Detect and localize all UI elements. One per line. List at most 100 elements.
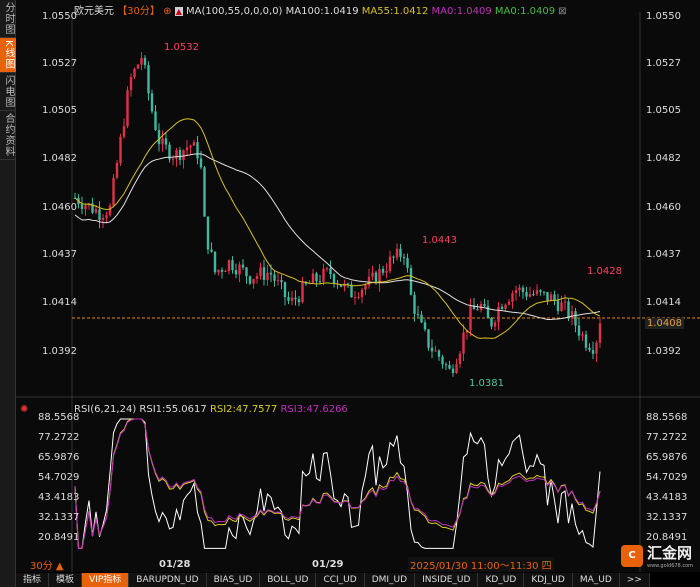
indicator-tabs: 指标 模板 VIP指标 BARUPDN_UD BIAS_UD BOLL_UD CCI_UD D… xyxy=(16,573,650,587)
candle-body xyxy=(406,258,409,269)
candle-body xyxy=(514,290,518,294)
candle-body xyxy=(455,363,458,373)
candle-body xyxy=(451,368,455,373)
ma100-value: MA100:1.0419 xyxy=(285,6,359,17)
candle-body xyxy=(462,332,465,354)
candle-body xyxy=(458,353,462,364)
candle-body xyxy=(238,264,241,275)
candle-body xyxy=(105,215,108,218)
tab-timeshare[interactable]: 分时图 xyxy=(0,0,16,38)
chart-area[interactable]: 1.0532 1.0443 1.0428 1.0381 欧元美元 【30分】 ⊕ ▲ … xyxy=(16,0,700,572)
candle-body xyxy=(518,287,521,291)
price-axis-label: 1.0414 xyxy=(42,297,77,308)
candle-body xyxy=(399,248,402,257)
ma-params: MA(100,55,0,0,0,0) xyxy=(186,6,283,17)
candle-body xyxy=(101,217,105,221)
candle-body xyxy=(497,306,500,323)
candle-body xyxy=(549,294,553,301)
ma55-line xyxy=(74,118,601,339)
rsi-axis-label: 20.8491 xyxy=(38,532,80,543)
ma100-line xyxy=(74,153,601,320)
indicator-tab[interactable]: BIAS_UD xyxy=(206,573,261,587)
settings-icon[interactable]: ⊕ xyxy=(163,6,171,17)
candle-body xyxy=(374,272,378,284)
candle-body xyxy=(367,276,371,286)
candle-body xyxy=(147,65,150,94)
tab-contract-info[interactable]: 合约资料 xyxy=(0,111,16,160)
candle-body xyxy=(182,150,185,161)
indicator-tab[interactable]: 模板 xyxy=(49,573,83,587)
candle-body xyxy=(255,275,259,280)
candle-body xyxy=(206,216,210,250)
candle-body xyxy=(535,290,539,295)
candle-body xyxy=(164,138,168,145)
price-axis-label: 1.0550 xyxy=(646,11,681,22)
candle-body xyxy=(325,268,329,270)
candle-body xyxy=(129,76,133,91)
candle-body xyxy=(392,256,395,258)
indicator-tab[interactable]: MA_UD xyxy=(572,573,620,587)
candlestick-chart[interactable]: 1.0532 1.0443 1.0428 1.0381 xyxy=(16,0,700,572)
candle-body xyxy=(311,273,315,283)
indicator-tab[interactable]: BOLL_UD xyxy=(260,573,317,587)
period-selector[interactable]: 30分 ▲ xyxy=(30,557,64,572)
candle-body xyxy=(241,264,245,268)
candle-body xyxy=(563,301,567,303)
candle-body xyxy=(567,301,570,318)
close-icon[interactable]: ⊠ xyxy=(558,6,566,17)
candle-body xyxy=(588,347,591,351)
candle-body xyxy=(224,270,227,272)
rsi2-line xyxy=(74,418,601,549)
candle-body xyxy=(185,147,189,151)
current-price-label: 1.0408 xyxy=(645,318,684,329)
indicator-tab[interactable]: >> xyxy=(619,573,650,587)
tab-flash[interactable]: 闪电图 xyxy=(0,73,16,111)
candle-body xyxy=(210,249,213,252)
candle-body xyxy=(388,256,392,272)
candle-body xyxy=(448,365,451,369)
candle-body xyxy=(581,334,584,336)
candle-body xyxy=(413,294,416,314)
candle-body xyxy=(346,283,350,285)
candle-body xyxy=(486,306,490,319)
indicator-tab[interactable]: DMI_UD xyxy=(364,573,416,587)
candle-body xyxy=(80,204,84,210)
rsi-settings-icon[interactable]: ✺ xyxy=(20,404,28,415)
candle-body xyxy=(577,325,581,336)
indicator-tab[interactable]: BARUPDN_UD xyxy=(129,573,207,587)
candle-body xyxy=(437,350,441,357)
candle-body xyxy=(189,145,192,148)
price-axis-label: 1.0437 xyxy=(42,249,77,260)
rsi-axis-label: 54.7029 xyxy=(646,472,688,483)
tab-kline[interactable]: K线图 xyxy=(0,38,16,73)
candle-body xyxy=(504,304,507,310)
price-axis-label: 1.0437 xyxy=(646,249,681,260)
candle-body xyxy=(133,68,136,77)
indicator-tab[interactable]: INSIDE_UD xyxy=(415,573,479,587)
price-axis-label: 1.0550 xyxy=(42,11,77,22)
candle-body xyxy=(213,251,217,273)
indicator-tab[interactable]: KD_UD xyxy=(478,573,525,587)
indicator-tab[interactable]: 指标 xyxy=(16,573,50,587)
rsi-axis-label: 54.7029 xyxy=(38,472,80,483)
rsi2-value: RSI2:47.7577 xyxy=(209,404,278,415)
candle-body xyxy=(553,294,556,301)
candle-body xyxy=(203,167,206,217)
candle-body xyxy=(525,292,528,297)
candle-body xyxy=(444,364,448,366)
indicator-tab[interactable]: VIP指标 xyxy=(82,573,130,587)
indicator-tab[interactable]: KDJ_UD xyxy=(524,573,573,587)
period[interactable]: 【30分】 xyxy=(117,6,160,17)
candle-body xyxy=(332,274,336,284)
logo-icon: C xyxy=(621,544,643,567)
symbol: 欧元美元 xyxy=(74,6,114,17)
price-axis-label: 1.0460 xyxy=(42,202,77,213)
candle-body xyxy=(560,302,563,312)
candle-body xyxy=(154,111,157,130)
candle-body xyxy=(283,282,287,298)
candle-body xyxy=(441,356,444,365)
indicator-tab[interactable]: CCI_UD xyxy=(316,573,365,587)
candle-body xyxy=(528,294,532,297)
candle-body xyxy=(381,268,385,273)
candle-body xyxy=(262,267,266,280)
